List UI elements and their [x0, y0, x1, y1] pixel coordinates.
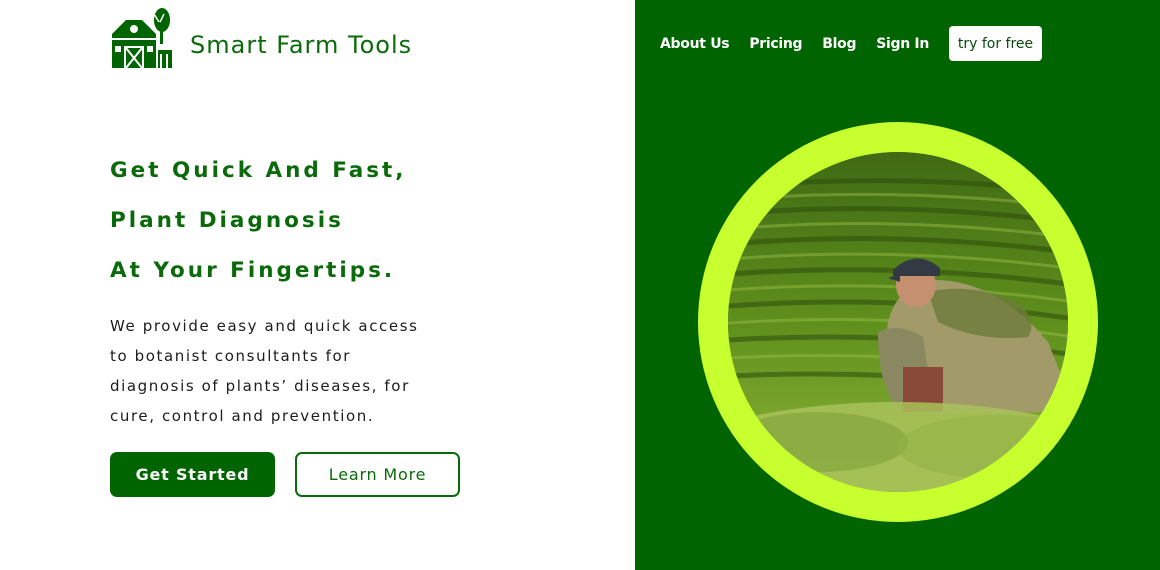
left-panel: Smart Farm Tools Get Quick And Fast, Pla…: [0, 0, 635, 570]
barn-logo-icon[interactable]: [110, 6, 174, 70]
description-line-2: to botanist consultants for: [110, 347, 352, 365]
description-line-3: diagnosis of plants’ diseases, for: [110, 377, 410, 395]
get-started-button[interactable]: Get Started: [110, 452, 275, 497]
nav-sign-in[interactable]: Sign In: [876, 36, 929, 52]
nav-pricing[interactable]: Pricing: [749, 36, 802, 52]
headline-line-2: Plant Diagnosis: [110, 208, 344, 233]
top-nav: About Us Pricing Blog Sign In try for fr…: [660, 26, 1043, 61]
headline-line-3: At Your Fingertips.: [110, 258, 396, 283]
description-line-4: cure, control and prevention.: [110, 407, 375, 425]
description-line-1: We provide easy and quick access: [110, 317, 419, 335]
try-for-free-button[interactable]: try for free: [949, 26, 1043, 61]
nav-about-us[interactable]: About Us: [660, 36, 730, 52]
headline-line-1: Get Quick And Fast,: [110, 158, 407, 183]
learn-more-button[interactable]: Learn More: [295, 452, 460, 497]
hero-headline: Get Quick And Fast, Plant Diagnosis At Y…: [110, 146, 406, 296]
hero-description: We provide easy and quick access to bota…: [110, 311, 490, 431]
farmer-field-photo: [728, 152, 1068, 492]
nav-blog[interactable]: Blog: [822, 36, 856, 52]
brand-name[interactable]: Smart Farm Tools: [190, 31, 412, 59]
